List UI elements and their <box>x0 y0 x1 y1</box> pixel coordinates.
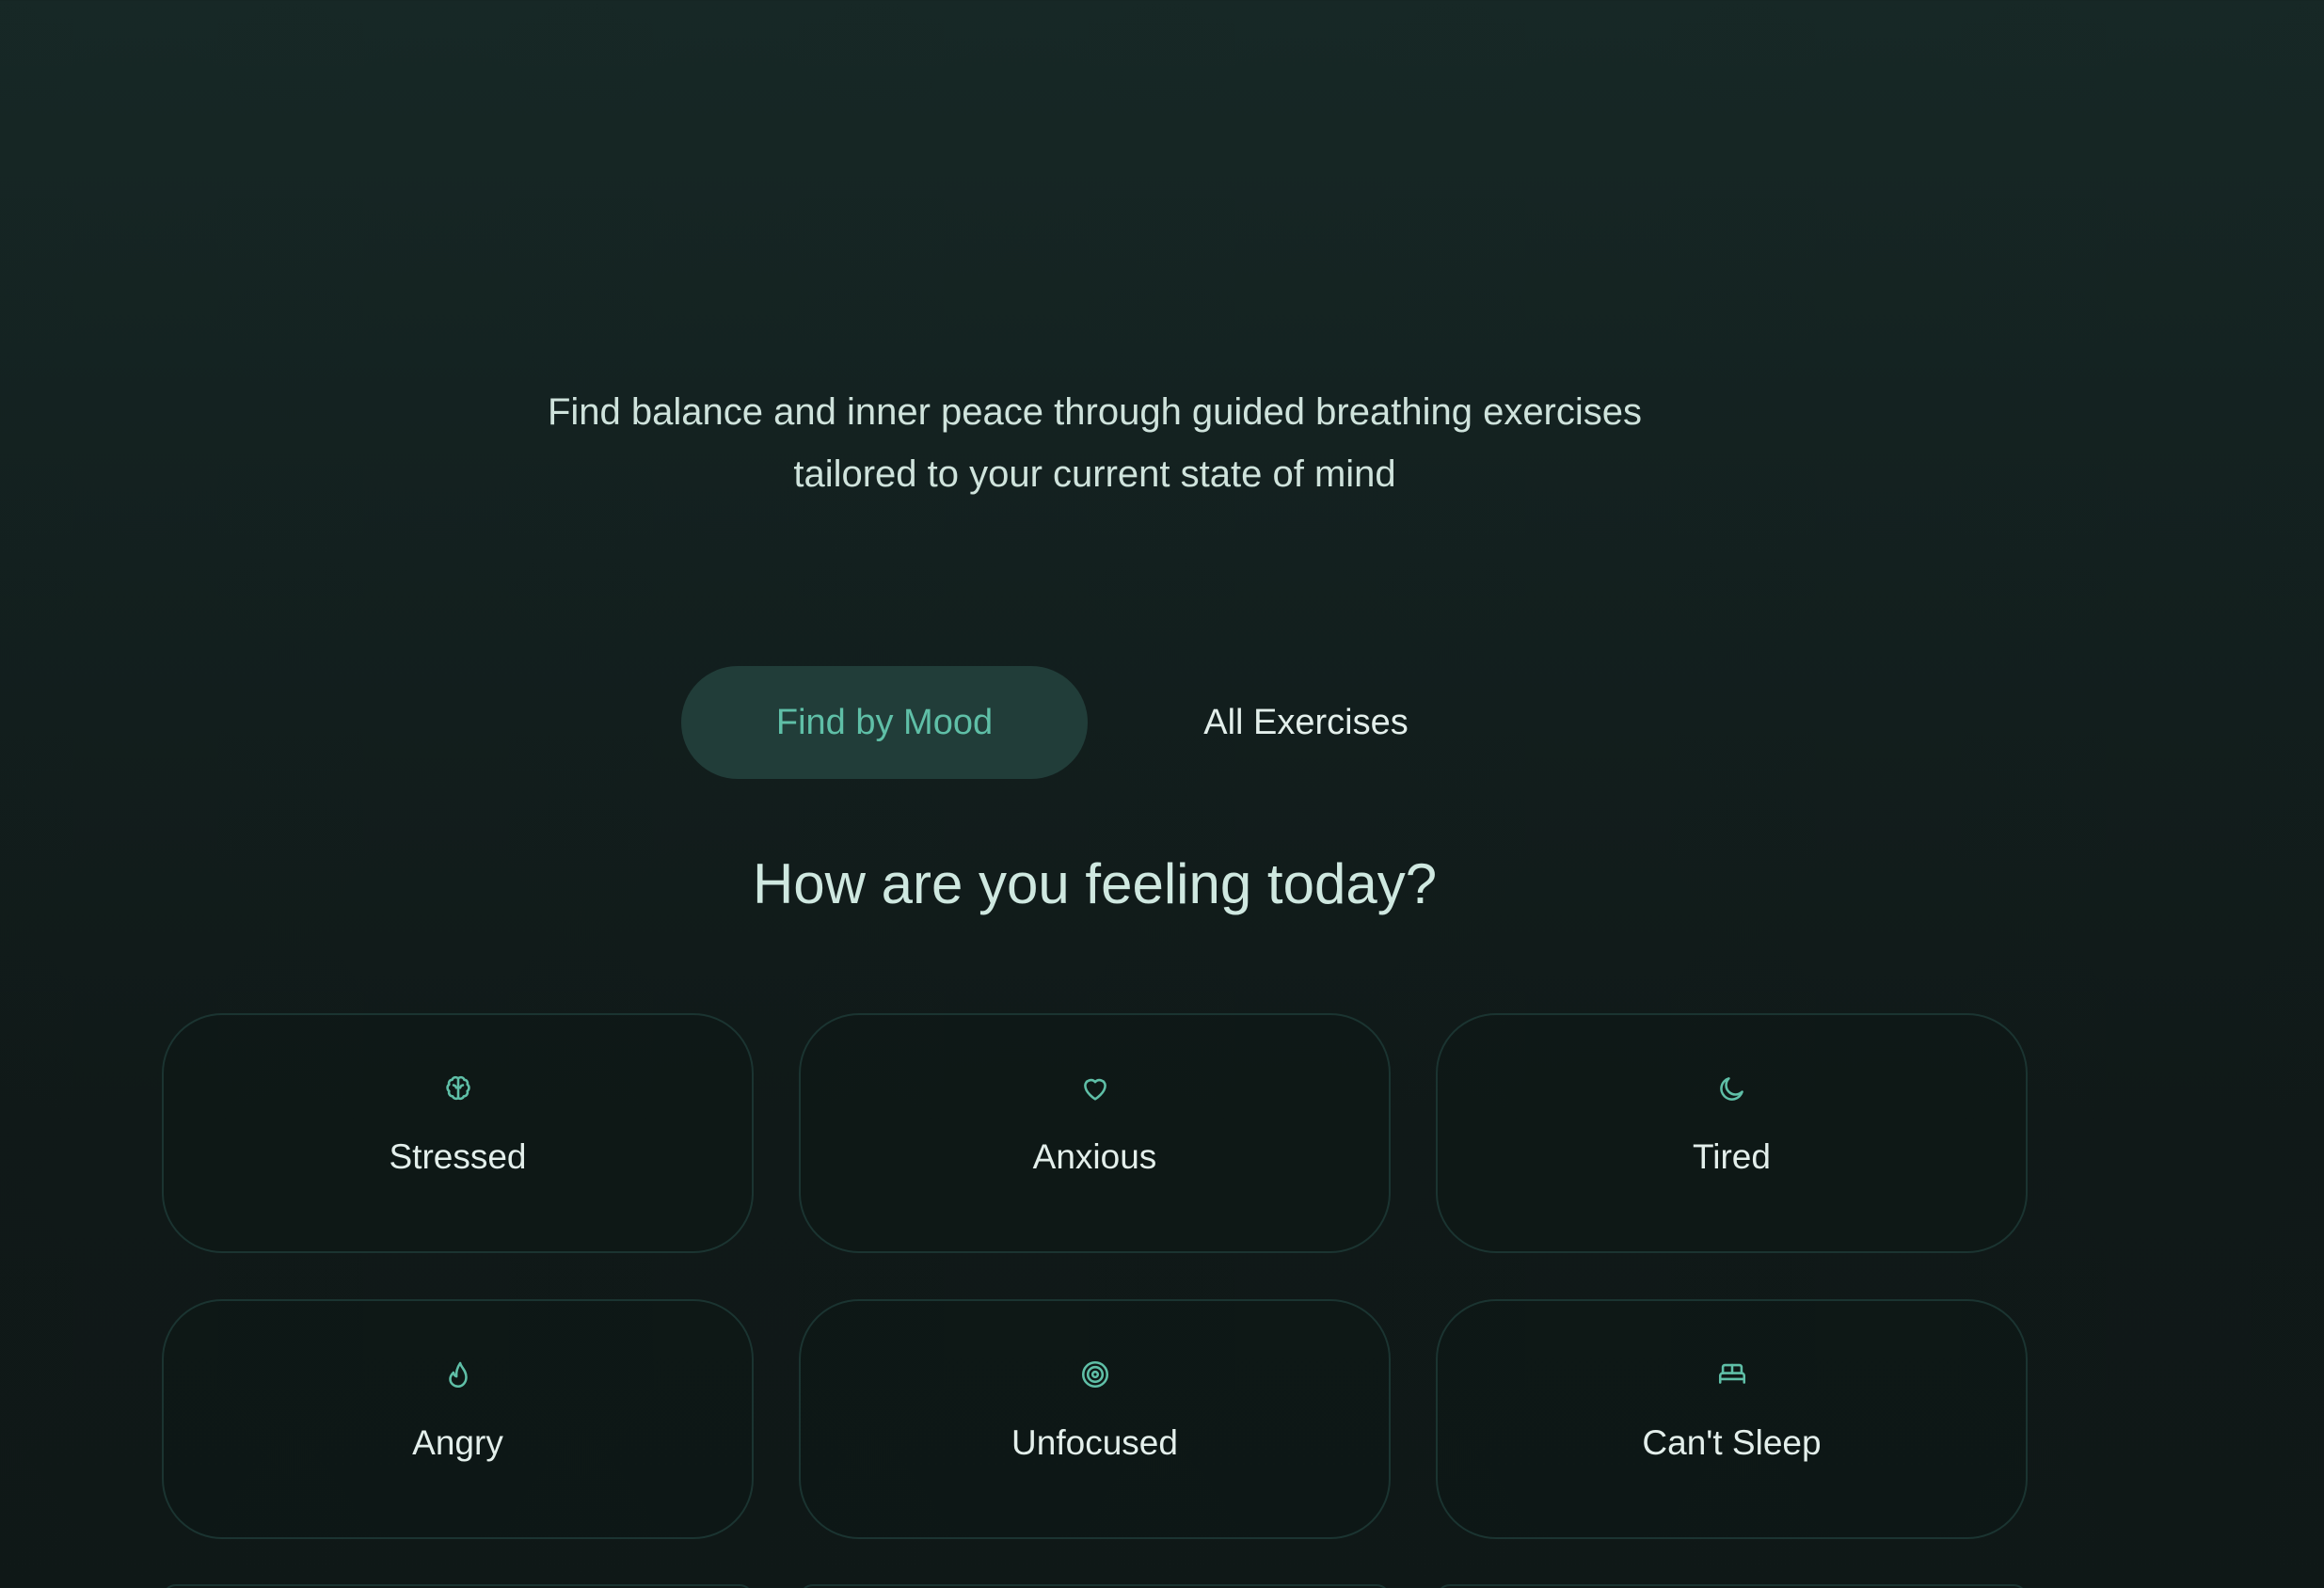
mood-card-stressed[interactable]: Stressed <box>162 1013 754 1253</box>
mood-card-anxious[interactable]: Anxious <box>799 1013 1391 1253</box>
mood-label: Unfocused <box>1011 1423 1178 1462</box>
mood-grid: Stressed Anxious Tired Angry Unfocused C… <box>162 1013 2029 1539</box>
mood-card-angry[interactable]: Angry <box>162 1299 754 1539</box>
page-subtitle: Find balance and inner peace through gui… <box>0 381 2189 505</box>
subtitle-line-2: tailored to your current state of mind <box>793 453 1396 495</box>
mood-label: Stressed <box>389 1137 527 1176</box>
mood-card-partial[interactable] <box>799 1584 1391 1588</box>
tab-all-exercises[interactable]: All Exercises <box>1088 666 1524 779</box>
mood-card-partial[interactable] <box>1436 1584 2028 1588</box>
bed-icon <box>1715 1358 1749 1391</box>
mood-card-cant-sleep[interactable]: Can't Sleep <box>1436 1299 2028 1539</box>
mood-label: Angry <box>412 1423 503 1462</box>
heart-icon <box>1078 1072 1112 1105</box>
brain-icon <box>441 1072 475 1105</box>
mood-card-tired[interactable]: Tired <box>1436 1013 2028 1253</box>
mood-card-unfocused[interactable]: Unfocused <box>799 1299 1391 1539</box>
mood-label: Can't Sleep <box>1642 1423 1822 1462</box>
mood-question-heading: How are you feeling today? <box>752 852 1438 915</box>
tab-find-by-mood[interactable]: Find by Mood <box>681 666 1088 779</box>
subtitle-line-1: Find balance and inner peace through gui… <box>547 391 1643 433</box>
moon-icon <box>1715 1072 1749 1105</box>
target-icon <box>1078 1358 1112 1391</box>
mode-tabs: Find by Mood All Exercises <box>681 666 1524 779</box>
flame-icon <box>441 1358 475 1391</box>
mood-label: Tired <box>1693 1137 1771 1176</box>
mood-label: Anxious <box>1032 1137 1157 1176</box>
mood-card-partial[interactable] <box>162 1584 754 1588</box>
